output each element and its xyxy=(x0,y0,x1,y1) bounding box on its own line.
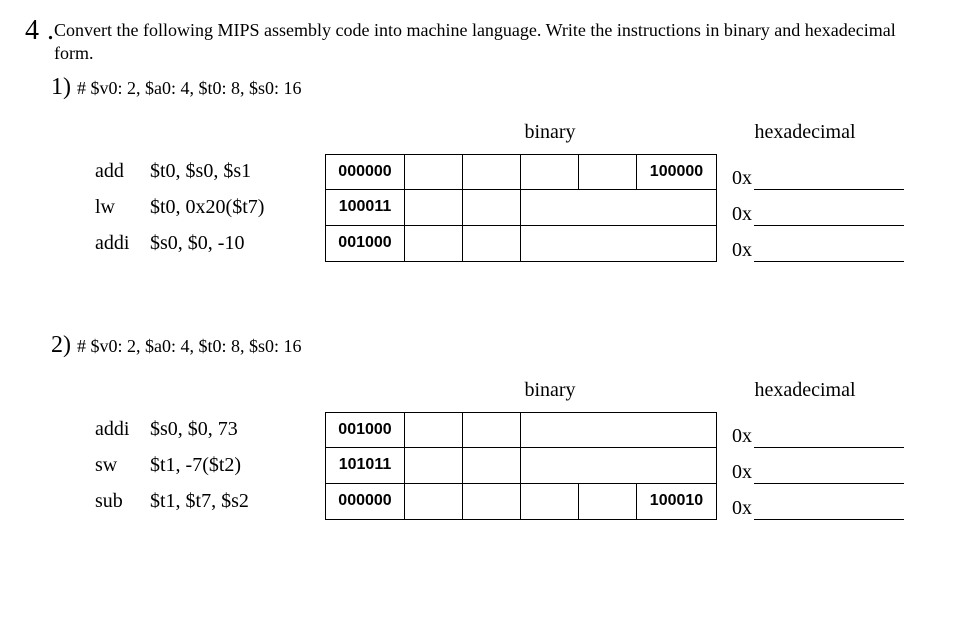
table-row: sw $t1, -7($t2) 101011 0x xyxy=(95,448,933,484)
table-row: addi $s0, $0, 73 001000 0x xyxy=(95,412,933,448)
hex-field: 0x xyxy=(732,448,904,484)
funct-cell: 100000 xyxy=(637,155,717,189)
hex-field: 0x xyxy=(732,226,904,262)
shamt-cell xyxy=(579,155,637,189)
mnemonic: addi xyxy=(95,232,150,255)
instruction: addi $s0, $0, 73 xyxy=(95,418,325,441)
sub1-header: 1) # $v0: 2, $a0: 4, $t0: 8, $s0: 16 xyxy=(51,74,933,101)
operands: $s0, $0, 73 xyxy=(150,418,325,441)
binary-cells: 000000 100010 xyxy=(325,484,717,520)
hex-header: hexadecimal xyxy=(715,379,895,402)
hex-prefix: 0x xyxy=(732,497,752,520)
binary-cells: 001000 xyxy=(325,412,717,448)
operands: $s0, $0, -10 xyxy=(150,232,325,255)
sub1-table: binary hexadecimal add $t0, $s0, $s1 000… xyxy=(95,121,933,262)
sub1-header-row: binary hexadecimal xyxy=(95,121,933,144)
operands: $t1, $t7, $s2 xyxy=(150,490,325,513)
sub2-number: 2) xyxy=(51,332,71,359)
hex-prefix: 0x xyxy=(732,461,752,484)
hex-line xyxy=(754,492,904,520)
sub1-text: # $v0: 2, $a0: 4, $t0: 8, $s0: 16 xyxy=(77,78,302,99)
rs-cell xyxy=(405,226,463,261)
rt-cell xyxy=(463,226,521,261)
sub2-header: 2) # $v0: 2, $a0: 4, $t0: 8, $s0: 16 xyxy=(51,332,933,359)
rs-cell xyxy=(405,448,463,483)
rs-cell xyxy=(405,484,463,519)
sub1-number: 1) xyxy=(51,74,71,101)
hex-line xyxy=(754,234,904,262)
hex-line xyxy=(754,456,904,484)
operands: $t1, -7($t2) xyxy=(150,454,325,477)
instruction: add $t0, $s0, $s1 xyxy=(95,160,325,183)
instruction: lw $t0, 0x20($t7) xyxy=(95,196,325,219)
rt-cell xyxy=(463,448,521,483)
shamt-cell xyxy=(579,484,637,519)
imm-cell xyxy=(521,190,717,225)
sub2-table: binary hexadecimal addi $s0, $0, 73 0010… xyxy=(95,379,933,520)
instruction: sw $t1, -7($t2) xyxy=(95,454,325,477)
question-header: 4 . Convert the following MIPS assembly … xyxy=(25,15,933,66)
rd-cell xyxy=(521,484,579,519)
mnemonic: lw xyxy=(95,196,150,219)
opcode-cell: 000000 xyxy=(325,155,405,189)
hex-prefix: 0x xyxy=(732,167,752,190)
imm-cell xyxy=(521,413,717,447)
rt-cell xyxy=(463,484,521,519)
hex-field: 0x xyxy=(732,190,904,226)
operands: $t0, 0x20($t7) xyxy=(150,196,325,219)
binary-header: binary xyxy=(415,121,685,144)
operands: $t0, $s0, $s1 xyxy=(150,160,325,183)
binary-cells: 001000 xyxy=(325,226,717,262)
opcode-cell: 001000 xyxy=(325,226,405,261)
rs-cell xyxy=(405,413,463,447)
table-row: add $t0, $s0, $s1 000000 100000 0x xyxy=(95,154,933,190)
hex-header: hexadecimal xyxy=(715,121,895,144)
mnemonic: sw xyxy=(95,454,150,477)
opcode-cell: 101011 xyxy=(325,448,405,483)
question-dot: . xyxy=(47,15,54,47)
rs-cell xyxy=(405,155,463,189)
opcode-cell: 100011 xyxy=(325,190,405,225)
rd-cell xyxy=(521,155,579,189)
instruction: sub $t1, $t7, $s2 xyxy=(95,490,325,513)
binary-cells: 100011 xyxy=(325,190,717,226)
sub2-header-row: binary hexadecimal xyxy=(95,379,933,402)
question-number: 4 xyxy=(25,15,39,47)
table-row: addi $s0, $0, -10 001000 0x xyxy=(95,226,933,262)
hex-line xyxy=(754,420,904,448)
table-row: sub $t1, $t7, $s2 000000 100010 0x xyxy=(95,484,933,520)
sub2-text: # $v0: 2, $a0: 4, $t0: 8, $s0: 16 xyxy=(77,336,302,357)
opcode-cell: 000000 xyxy=(325,484,405,519)
imm-cell xyxy=(521,448,717,483)
hex-prefix: 0x xyxy=(732,203,752,226)
hex-field: 0x xyxy=(732,154,904,190)
table-row: lw $t0, 0x20($t7) 100011 0x xyxy=(95,190,933,226)
hex-line xyxy=(754,198,904,226)
binary-header: binary xyxy=(415,379,685,402)
hex-prefix: 0x xyxy=(732,425,752,448)
rt-cell xyxy=(463,413,521,447)
hex-field: 0x xyxy=(732,484,904,520)
binary-cells: 000000 100000 xyxy=(325,154,717,190)
funct-cell: 100010 xyxy=(637,484,717,519)
rt-cell xyxy=(463,190,521,225)
question-text: Convert the following MIPS assembly code… xyxy=(54,19,933,66)
hex-field: 0x xyxy=(732,412,904,448)
mnemonic: addi xyxy=(95,418,150,441)
imm-cell xyxy=(521,226,717,261)
hex-prefix: 0x xyxy=(732,239,752,262)
mnemonic: add xyxy=(95,160,150,183)
rt-cell xyxy=(463,155,521,189)
opcode-cell: 001000 xyxy=(325,413,405,447)
instruction: addi $s0, $0, -10 xyxy=(95,232,325,255)
hex-line xyxy=(754,162,904,190)
mnemonic: sub xyxy=(95,490,150,513)
rs-cell xyxy=(405,190,463,225)
binary-cells: 101011 xyxy=(325,448,717,484)
